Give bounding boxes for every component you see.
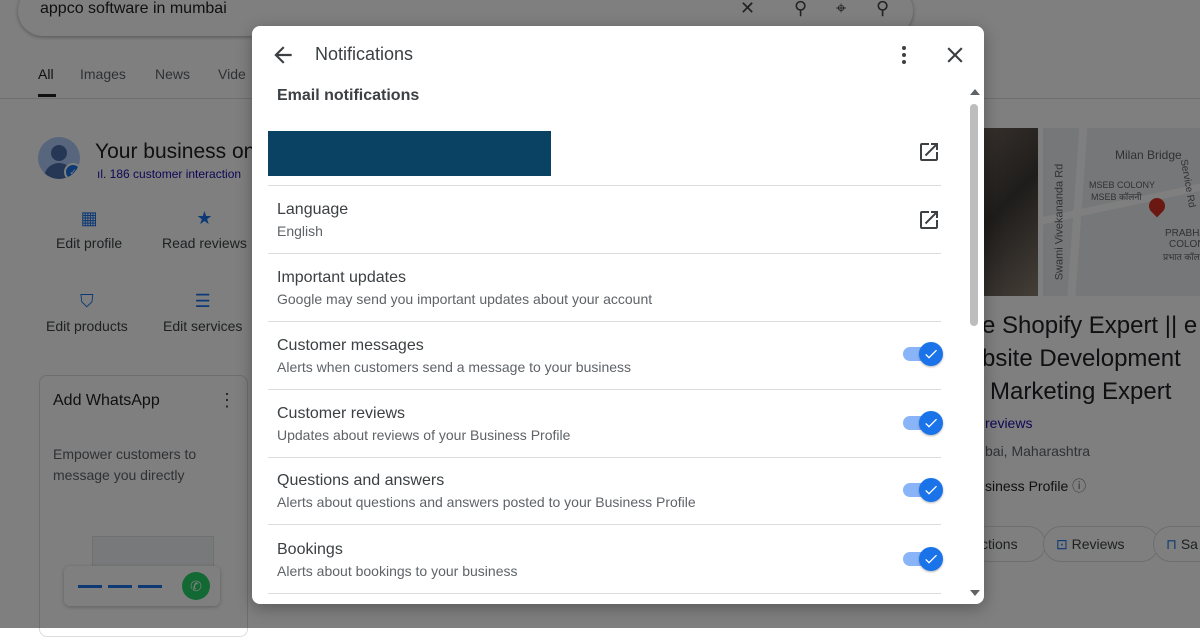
email-address-redacted (268, 131, 551, 176)
close-icon[interactable] (942, 42, 968, 68)
dialog-title: Notifications (315, 44, 414, 64)
bookings-subtitle: Alerts about bookings to your business (277, 563, 518, 579)
customer-reviews-title: Customer reviews (277, 405, 406, 422)
divider (268, 524, 941, 525)
customer-reviews-subtitle: Updates about reviews of your Business P… (277, 427, 571, 443)
language-value: English (277, 223, 323, 239)
divider (268, 321, 941, 322)
open-in-new-icon[interactable] (917, 208, 941, 232)
divider (268, 253, 941, 254)
scroll-thumb[interactable] (970, 104, 978, 326)
bookings-toggle[interactable] (903, 545, 943, 573)
language-title: Language (277, 201, 349, 218)
dialog-scrollbar[interactable] (966, 86, 982, 604)
questions-answers-subtitle: Alerts about questions and answers poste… (277, 494, 696, 510)
divider (268, 593, 941, 594)
divider (268, 457, 941, 458)
important-updates-title: Important updates (277, 269, 406, 286)
open-in-new-icon[interactable] (917, 140, 941, 164)
customer-messages-subtitle: Alerts when customers send a message to … (277, 359, 632, 375)
questions-answers-title: Questions and answers (277, 472, 445, 489)
more-vert-icon[interactable] (892, 42, 916, 68)
questions-answers-toggle[interactable] (903, 476, 943, 504)
divider (268, 389, 941, 390)
important-updates-subtitle: Google may send you important updates ab… (277, 291, 653, 307)
notifications-dialog: Notifications Email notifications Langua… (252, 26, 984, 604)
back-arrow-icon[interactable] (270, 42, 296, 68)
email-notifications-heading: Email notifications (277, 87, 420, 104)
scroll-up-arrow-icon[interactable] (970, 89, 980, 95)
bookings-title: Bookings (277, 541, 343, 558)
customer-reviews-toggle[interactable] (903, 409, 943, 437)
divider (268, 185, 941, 186)
customer-messages-title: Customer messages (277, 337, 424, 354)
scroll-down-arrow-icon[interactable] (970, 590, 980, 596)
customer-messages-toggle[interactable] (903, 340, 943, 368)
